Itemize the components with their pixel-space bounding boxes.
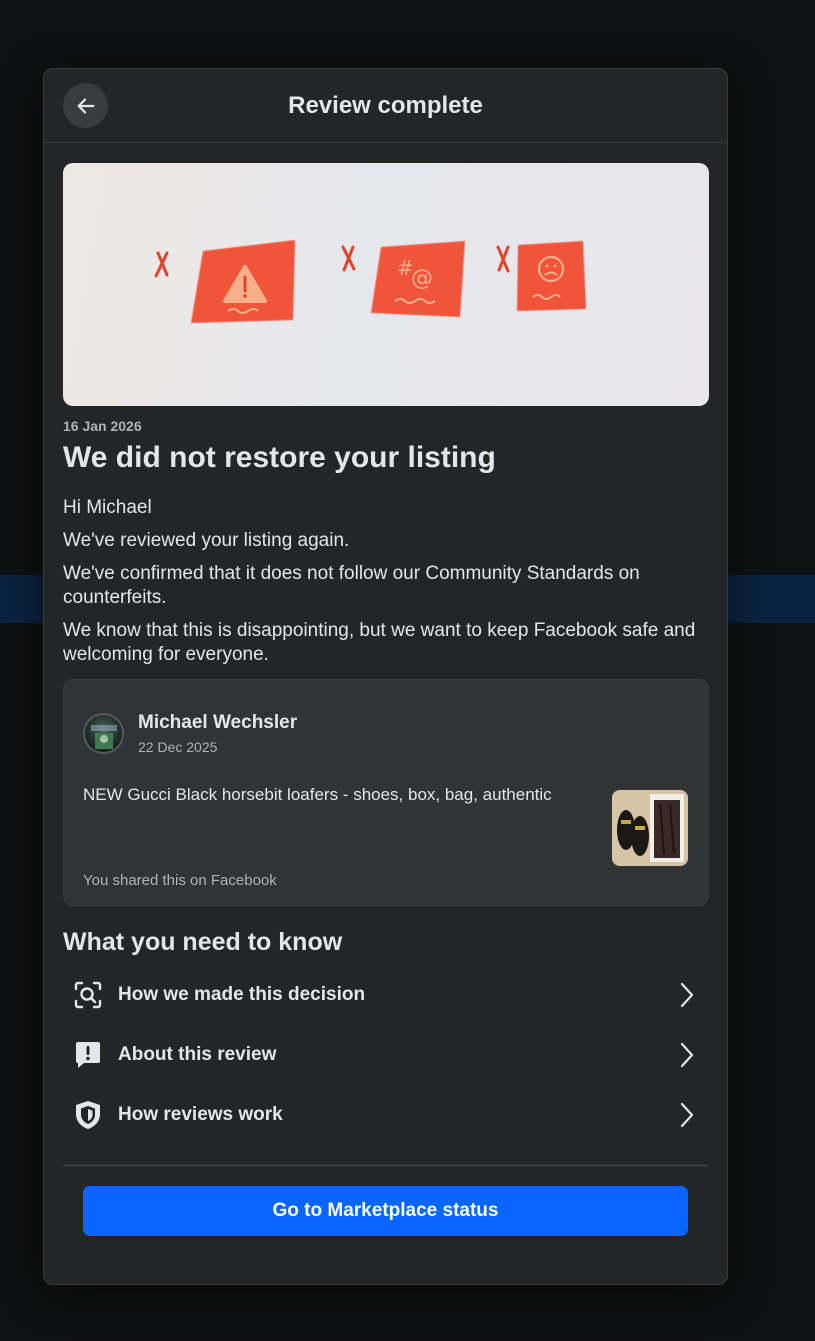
chevron-right-icon — [680, 1102, 694, 1128]
chevron-right-icon — [680, 1042, 694, 1068]
post-author[interactable]: Michael Wechsler — [138, 712, 297, 734]
divider — [63, 1165, 708, 1166]
alert-speech-icon — [71, 1038, 105, 1072]
back-button[interactable] — [63, 83, 108, 128]
row-label: How reviews work — [118, 1104, 283, 1125]
message-line: We know that this is disappointing, but … — [63, 620, 696, 665]
svg-text:@: @ — [411, 266, 433, 291]
row-label: How we made this decision — [118, 984, 366, 1005]
marketplace-status-button[interactable]: Go to Marketplace status — [83, 1186, 688, 1236]
section-title: What you need to know — [63, 928, 343, 956]
notice-headline: We did not restore your listing — [63, 441, 496, 474]
row-label: About this review — [118, 1044, 277, 1065]
arrow-left-icon — [77, 97, 94, 114]
notice-message: Hi Michael We've reviewed your listing a… — [63, 496, 708, 667]
hero-illustration: # @ — [63, 163, 709, 406]
sad-face-card-icon — [517, 241, 586, 311]
message-line: We've reviewed your listing again. — [63, 530, 350, 551]
info-list: How we made this decision About this rev… — [63, 965, 708, 1145]
row-about-review[interactable]: About this review — [63, 1025, 708, 1085]
review-dialog: Review complete # @ 16 Jan 2026 We did n… — [43, 68, 728, 1285]
row-how-reviews-work[interactable]: How reviews work — [63, 1085, 708, 1145]
avatar — [83, 713, 124, 754]
rejected-posts-illustration: # @ — [154, 240, 586, 323]
listing-thumbnail[interactable] — [612, 790, 688, 866]
dialog-body: # @ 16 Jan 2026 We did not restore your … — [44, 143, 727, 1236]
row-how-decision[interactable]: How we made this decision — [63, 965, 708, 1025]
search-magnifier-icon — [71, 978, 105, 1012]
notice-date: 16 Jan 2026 — [63, 418, 142, 434]
post-text: NEW Gucci Black horsebit loafers - shoes… — [83, 785, 552, 804]
warning-card-icon — [191, 240, 295, 323]
message-line: We've confirmed that it does not follow … — [63, 563, 640, 608]
message-greeting: Hi Michael — [63, 497, 152, 518]
listing-post-card[interactable]: Michael Wechsler 22 Dec 2025 NEW Gucci B… — [63, 679, 709, 906]
cursing-card-icon: # @ — [371, 241, 465, 317]
shield-icon — [71, 1098, 105, 1132]
post-date: 22 Dec 2025 — [138, 739, 218, 755]
dialog-title: Review complete — [288, 91, 483, 119]
dialog-header: Review complete — [44, 69, 727, 143]
shared-note: You shared this on Facebook — [83, 872, 277, 889]
chevron-right-icon — [680, 982, 694, 1008]
